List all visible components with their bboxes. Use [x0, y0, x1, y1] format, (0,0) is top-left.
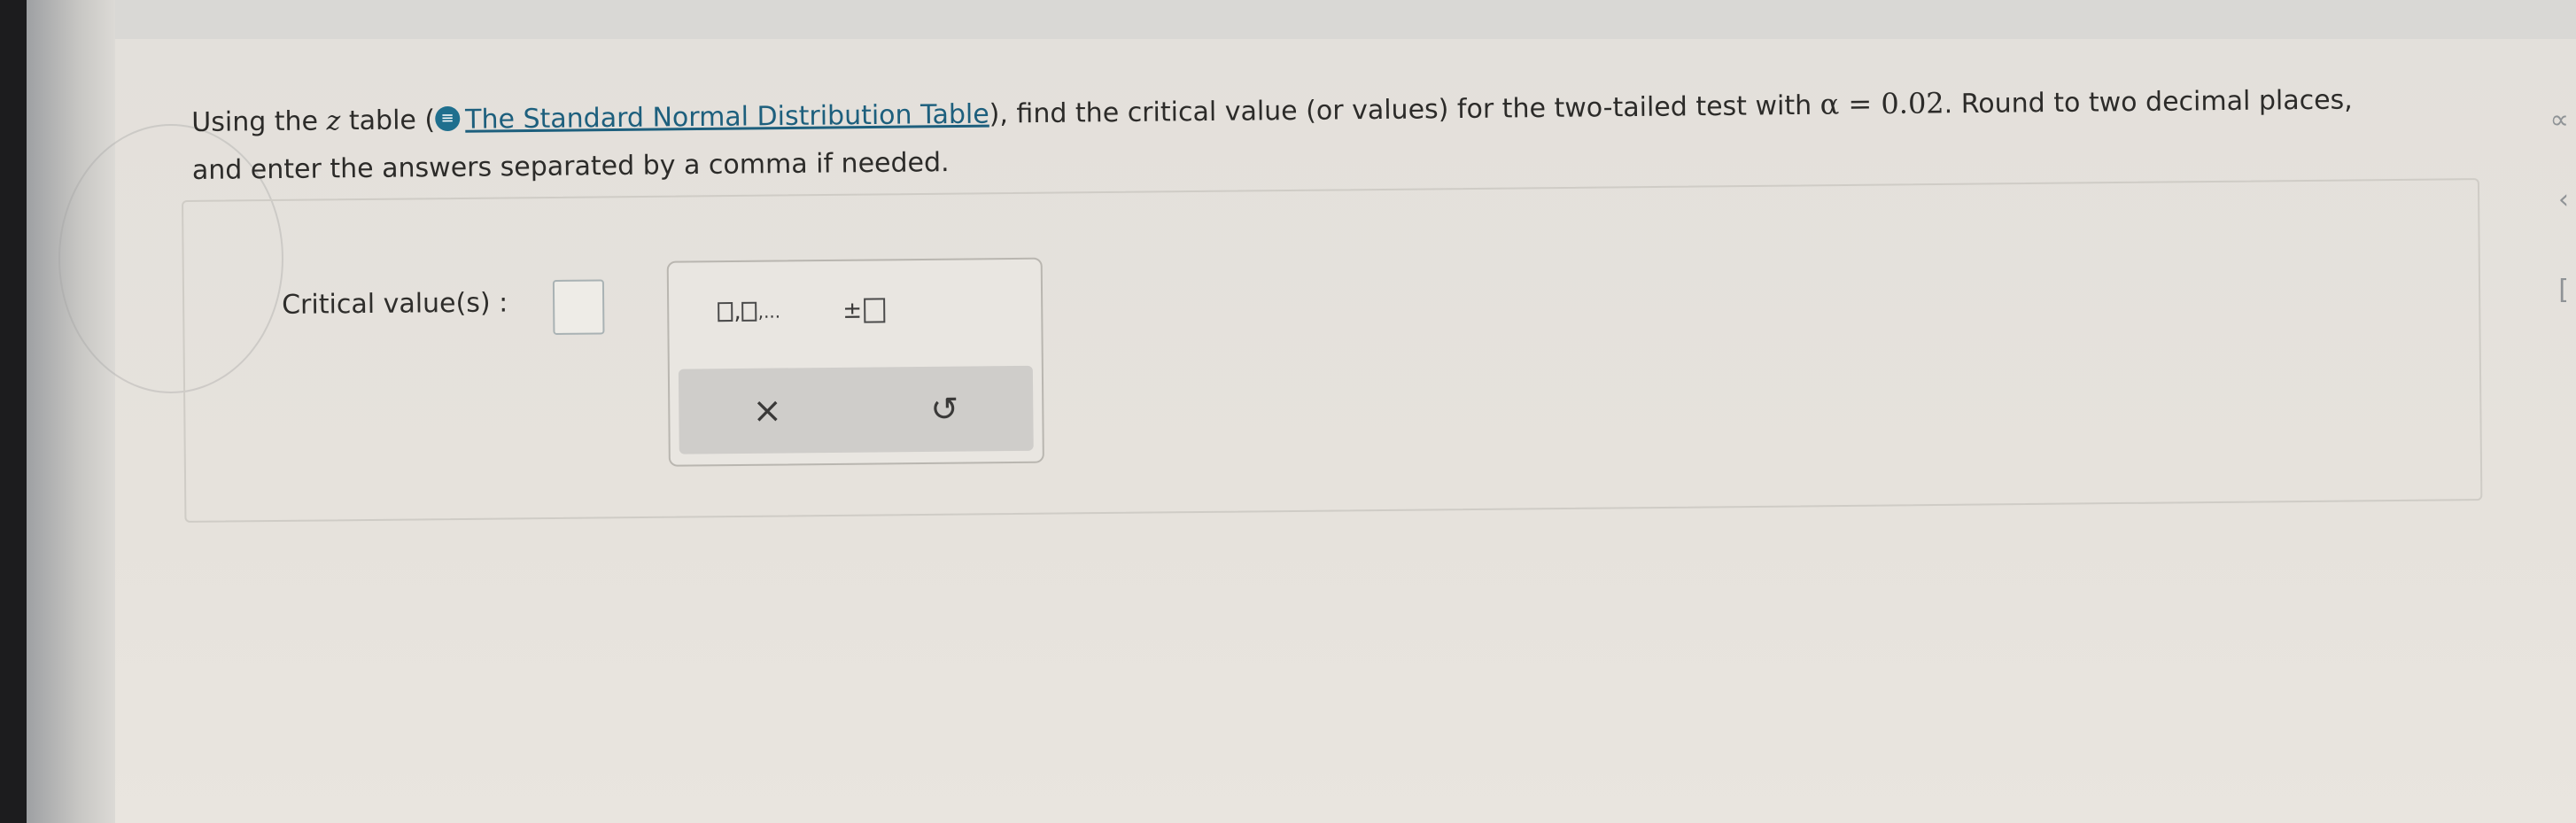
- plus-minus-button[interactable]: ±: [811, 283, 918, 338]
- question-part3: ), find the critical value (or values) f…: [989, 89, 1820, 130]
- standard-normal-table-link[interactable]: The Standard Normal Distribution Table: [465, 99, 989, 136]
- alpha-expression: α = 0.02: [1819, 86, 1944, 121]
- right-edge-glyph-1: ∝: [2549, 105, 2569, 136]
- info-table-icon[interactable]: ≡: [434, 105, 461, 131]
- critical-values-label: Critical value(s) :: [281, 287, 508, 321]
- math-keypad: ,,... ± × ↺: [666, 257, 1044, 467]
- list-suffix: ,...: [757, 300, 781, 322]
- undo-icon[interactable]: ↺: [909, 382, 981, 436]
- answer-area: Critical value(s) : ,,... ± × ↺: [182, 178, 2483, 523]
- critical-values-input[interactable]: [552, 279, 605, 335]
- right-edge-glyph-3: [: [2558, 275, 2569, 306]
- close-icon[interactable]: ×: [732, 384, 803, 438]
- placeholder-box-icon: [863, 298, 886, 323]
- list-template-button[interactable]: ,,...: [687, 284, 811, 338]
- placeholder-box-icon: [718, 302, 733, 322]
- question-part2: table (: [340, 105, 436, 137]
- question-part1: Using the: [191, 105, 327, 138]
- z-variable: z: [326, 105, 341, 137]
- placeholder-box-icon: [741, 301, 757, 322]
- plus-minus-symbol: ±: [842, 297, 863, 324]
- top-strip: [115, 0, 2576, 39]
- right-edge-glyph-2[interactable]: ‹: [2558, 184, 2569, 215]
- page-left-margin: [27, 0, 115, 823]
- keypad-action-bar: × ↺: [678, 365, 1034, 454]
- device-bezel-left: [0, 0, 27, 823]
